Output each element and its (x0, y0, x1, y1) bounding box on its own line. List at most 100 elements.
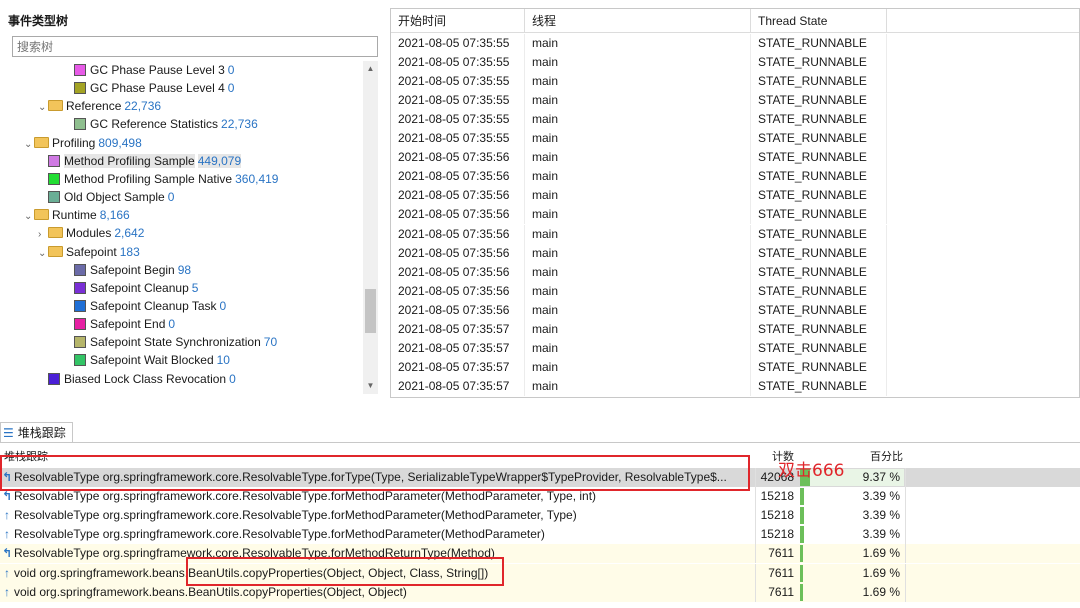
tree-node-label: GC Reference Statistics (90, 117, 219, 132)
color-swatch-icon (74, 82, 86, 95)
tree-node-count: 0 (167, 190, 175, 205)
table-row[interactable]: 2021-08-05 07:35:56 main STATE_RUNNABLE (391, 205, 1079, 225)
stack-frame-row[interactable]: ↑ ResolvableType org.springframework.core… (0, 525, 1080, 545)
list-icon: ☰ (3, 426, 14, 440)
overlay-annotation-text: 双击666 (778, 461, 845, 481)
scroll-up-icon[interactable]: ▲ (363, 63, 378, 75)
cell-thread: main (525, 129, 751, 149)
cell-thread: main (525, 167, 751, 187)
stack-frame-row[interactable]: ↑ ResolvableType org.springframework.core… (0, 506, 1080, 526)
arrow-up-icon: ↑ (4, 508, 10, 523)
stack-frame-percent: 1.69 % (862, 546, 900, 561)
table-row[interactable]: 2021-08-05 07:35:57 main STATE_RUNNABLE (391, 357, 1079, 377)
table-row[interactable]: 2021-08-05 07:35:55 main STATE_RUNNABLE (391, 91, 1079, 111)
color-swatch-icon (74, 336, 86, 349)
tree-node-safepoint-begin[interactable]: Safepoint Begin 98 (74, 261, 191, 279)
tree-node-label: Safepoint End (90, 317, 166, 332)
table-row[interactable]: 2021-08-05 07:35:56 main STATE_RUNNABLE (391, 281, 1079, 301)
cell-start-time: 2021-08-05 07:35:57 (391, 338, 525, 358)
tree-node-label: Safepoint State Synchronization (90, 335, 261, 350)
stack-frame-row[interactable]: ↰ ResolvableType org.springframework.core… (0, 544, 1080, 564)
cell-thread: main (525, 72, 751, 92)
stack-frame-signature: ↑ ResolvableType org.springframework.core… (0, 525, 756, 545)
stack-frame-row[interactable]: ↑ void org.springframework.beans.BeanUtil… (0, 563, 1080, 583)
folder-icon (48, 100, 63, 112)
column-header-thread-state[interactable]: Thread State (751, 9, 887, 33)
cell-thread-state: STATE_RUNNABLE (751, 262, 887, 282)
cell-start-time: 2021-08-05 07:35:55 (391, 53, 525, 73)
cell-start-time: 2021-08-05 07:35:57 (391, 319, 525, 339)
tree-node-gc-reference-statistics[interactable]: GC Reference Statistics 22,736 (74, 115, 258, 133)
tree-node-label: Safepoint Cleanup (90, 280, 189, 295)
cell-thread: main (525, 376, 751, 396)
table-row[interactable]: 2021-08-05 07:35:55 main STATE_RUNNABLE (391, 129, 1079, 149)
cell-thread: main (525, 186, 751, 206)
tree-node-safepoint-end[interactable]: Safepoint End 0 (74, 315, 175, 333)
tree-node-method-profiling-sample-native[interactable]: Method Profiling Sample Native 360,419 (48, 170, 278, 188)
tree-node-reference[interactable]: ⌄ Reference 22,736 (38, 97, 161, 115)
table-row[interactable]: 2021-08-05 07:35:55 main STATE_RUNNABLE (391, 72, 1079, 92)
table-row[interactable]: 2021-08-05 07:35:55 main STATE_RUNNABLE (391, 53, 1079, 73)
tree-node-label: Reference (66, 99, 122, 114)
table-row[interactable]: 2021-08-05 07:35:55 main STATE_RUNNABLE (391, 34, 1079, 53)
table-row[interactable]: 2021-08-05 07:35:56 main STATE_RUNNABLE (391, 186, 1079, 206)
cell-start-time: 2021-08-05 07:35:56 (391, 186, 525, 206)
arrow-split-icon: ↰ (1, 546, 13, 561)
tree-node-safepoint-cleanup-task[interactable]: Safepoint Cleanup Task 0 (74, 297, 226, 315)
tree-node-safepoint-cleanup[interactable]: Safepoint Cleanup 5 (74, 279, 198, 297)
tree-node-count: 22,736 (124, 99, 162, 114)
color-swatch-icon (48, 372, 60, 385)
table-row[interactable]: 2021-08-05 07:35:56 main STATE_RUNNABLE (391, 148, 1079, 168)
table-row[interactable]: 2021-08-05 07:35:56 main STATE_RUNNABLE (391, 224, 1079, 244)
event-table: 开始时间 线程 Thread State 2021-08-05 07:35:55… (390, 8, 1080, 398)
percent-bar-fill (800, 507, 804, 525)
table-row[interactable]: 2021-08-05 07:35:57 main STATE_RUNNABLE (391, 338, 1079, 358)
chevron-down-icon[interactable]: ⌄ (24, 208, 34, 226)
tree-node-modules[interactable]: › Modules 2,642 (38, 224, 144, 242)
tab-stack-trace[interactable]: ☰ 堆栈跟踪 (0, 422, 73, 442)
tree-node-biased-lock-class-revocation[interactable]: Biased Lock Class Revocation 0 (48, 370, 236, 388)
column-header-start-time[interactable]: 开始时间 (391, 9, 525, 33)
tree-node-count: 70 (263, 335, 278, 350)
table-row[interactable]: 2021-08-05 07:35:56 main STATE_RUNNABLE (391, 243, 1079, 263)
table-row[interactable]: 2021-08-05 07:35:56 main STATE_RUNNABLE (391, 300, 1079, 320)
tree-node-gc-phase-pause-level-4[interactable]: GC Phase Pause Level 40 (74, 79, 234, 97)
chevron-down-icon[interactable]: ⌄ (38, 99, 48, 117)
percent-bar-fill (800, 564, 803, 582)
color-swatch-icon (48, 154, 60, 167)
table-row[interactable]: 2021-08-05 07:35:57 main STATE_RUNNABLE (391, 376, 1079, 396)
tree-node-runtime[interactable]: ⌄ Runtime 8,166 (24, 206, 130, 224)
stack-frame-text: void org.springframework.beans.BeanUtils… (14, 584, 407, 599)
tree-node-safepoint-state-synchronization[interactable]: Safepoint State Synchronization 70 (74, 333, 277, 351)
chevron-down-icon[interactable]: ⌄ (24, 136, 34, 154)
tree-node-gc-phase-pause-level-3[interactable]: GC Phase Pause Level 30 (74, 61, 234, 79)
tree-node-old-object-sample[interactable]: Old Object Sample 0 (48, 188, 174, 206)
table-row[interactable]: 2021-08-05 07:35:57 main STATE_RUNNABLE (391, 319, 1079, 339)
table-row[interactable]: 2021-08-05 07:35:55 main STATE_RUNNABLE (391, 110, 1079, 130)
table-row[interactable]: 2021-08-05 07:35:56 main STATE_RUNNABLE (391, 167, 1079, 187)
tree-node-safepoint-wait-blocked[interactable]: Safepoint Wait Blocked 10 (74, 351, 230, 369)
stack-trace-panel: ☰ 堆栈跟踪 堆栈跟踪 计数 百分比 ↰ ResolvableType org.sp… (0, 420, 1080, 608)
tree-scrollbar[interactable]: ▲ ▼ (363, 61, 378, 394)
cell-thread-state: STATE_RUNNABLE (751, 357, 887, 377)
cell-thread: main (525, 110, 751, 130)
table-row[interactable]: 2021-08-05 07:35:56 main STATE_RUNNABLE (391, 262, 1079, 282)
cell-thread-state: STATE_RUNNABLE (751, 53, 887, 73)
stack-frame-count: 7611 (768, 565, 794, 580)
scroll-down-icon[interactable]: ▼ (363, 380, 378, 392)
cell-thread: main (525, 224, 751, 244)
column-header-thread[interactable]: 线程 (525, 9, 751, 33)
tree-node-safepoint[interactable]: ⌄ Safepoint 183 (38, 243, 140, 261)
tree-node-profiling[interactable]: ⌄ Profiling 809,498 (24, 134, 142, 152)
color-swatch-icon (74, 64, 86, 76)
stack-frame-row[interactable]: ↑ void org.springframework.beans.BeanUtil… (0, 582, 1080, 602)
chevron-down-icon[interactable]: ⌄ (38, 245, 48, 263)
column-header-percent[interactable]: 百分比 (870, 448, 903, 466)
tree-search-input[interactable] (12, 36, 378, 57)
stack-frame-count: 7611 (768, 546, 794, 561)
tree-node-method-profiling-sample[interactable]: Method Profiling Sample 449,079 (48, 152, 242, 170)
stack-frame-count: 15218 (760, 489, 794, 504)
scrollbar-thumb[interactable] (365, 289, 376, 333)
cell-start-time: 2021-08-05 07:35:56 (391, 281, 525, 301)
event-type-tree: GC Phase Pause Level 3 0 GC Phase Pause Le… (0, 61, 362, 394)
